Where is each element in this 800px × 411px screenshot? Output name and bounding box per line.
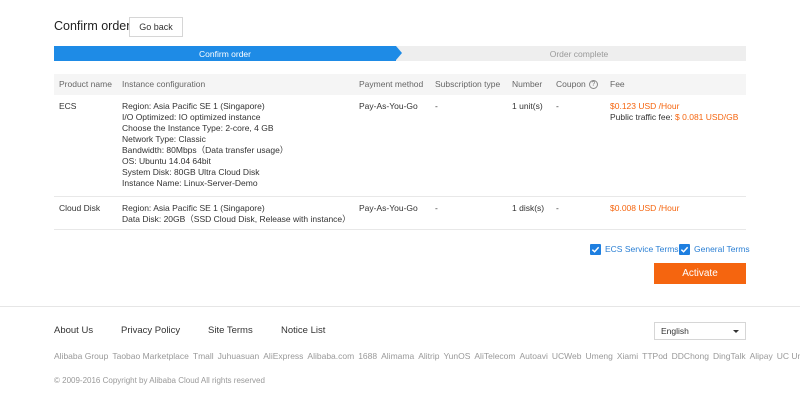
order-table: Product name Instance configuration Paym… [54, 74, 746, 230]
page-title: Confirm order [54, 19, 131, 33]
instance-configuration: Region: Asia Pacific SE 1 (Singapore) I/… [122, 101, 288, 189]
copyright-text: © 2009-2016 Copyright by Alibaba Cloud A… [54, 376, 265, 385]
partner-link[interactable]: AliTelecom [474, 351, 515, 361]
number: 1 unit(s) [512, 101, 543, 111]
step-arrow [396, 46, 402, 60]
header-number: Number [512, 79, 543, 89]
fee: $0.123 USD /Hour Public traffic fee: $ 0… [610, 101, 738, 123]
checkbox-checked-icon[interactable] [590, 243, 601, 255]
footer-link-about-us[interactable]: About Us [54, 325, 93, 336]
public-traffic-fee-label: Public traffic fee: [610, 112, 676, 122]
partner-link[interactable]: UC Union [777, 351, 800, 361]
table-row: Cloud Disk Region: Asia Pacific SE 1 (Si… [54, 197, 746, 230]
payment-method: Pay-As-You-Go [359, 101, 418, 111]
header-coupon-label: Coupon [556, 79, 586, 89]
partner-link[interactable]: Alibaba Group [54, 351, 108, 361]
partner-link[interactable]: Alimama [381, 351, 414, 361]
header-payment-method: Payment method [359, 79, 424, 89]
config-line: Region: Asia Pacific SE 1 (Singapore) [122, 203, 265, 213]
config-line: Instance Name: Linux-Server-Demo [122, 178, 258, 188]
public-traffic-fee: Public traffic fee: $ 0.081 USD/GB [610, 112, 738, 123]
partner-link[interactable]: Umeng [585, 351, 612, 361]
general-terms-link[interactable]: General Terms [694, 244, 750, 254]
header-instance-configuration: Instance configuration [122, 79, 206, 89]
table-header: Product name Instance configuration Paym… [54, 74, 746, 95]
partner-link[interactable]: TTPod [642, 351, 668, 361]
config-line: Bandwidth: 80Mbps（Data transfer usage） [122, 145, 289, 155]
partner-link[interactable]: Alibaba.com [307, 351, 354, 361]
step-order-complete: Order complete [549, 48, 609, 59]
number: 1 disk(s) [512, 203, 545, 213]
fee-hourly: $0.123 USD /Hour [610, 101, 680, 111]
product-name: Cloud Disk [59, 203, 101, 213]
partner-link[interactable]: YunOS [443, 351, 470, 361]
payment-method: Pay-As-You-Go [359, 203, 418, 213]
partner-link[interactable]: AliExpress [263, 351, 303, 361]
header-fee: Fee [610, 79, 625, 89]
product-name: ECS [59, 101, 77, 111]
header-subscription-type: Subscription type [435, 79, 501, 89]
chevron-down-icon [733, 330, 739, 333]
general-terms-checkbox[interactable]: General Terms [679, 243, 750, 255]
footer-link-site-terms[interactable]: Site Terms [208, 325, 253, 336]
partner-link[interactable]: Alipay [750, 351, 773, 361]
footer-divider [0, 306, 800, 307]
checkbox-checked-icon[interactable] [679, 243, 690, 255]
partner-link[interactable]: Juhuasuan [218, 351, 260, 361]
partner-link[interactable]: 1688 [358, 351, 377, 361]
footer-link-notice-list[interactable]: Notice List [281, 325, 325, 336]
config-line: Network Type: Classic [122, 134, 206, 144]
help-icon[interactable]: ? [588, 80, 598, 90]
subscription-type: - [435, 101, 438, 111]
config-line: Choose the Instance Type: 2-core, 4 GB [122, 123, 274, 133]
header-product-name: Product name [59, 79, 112, 89]
fee-hourly: $0.008 USD /Hour [610, 203, 680, 213]
partner-link[interactable]: DDChong [672, 351, 709, 361]
coupon: - [556, 101, 559, 111]
ecs-terms-checkbox[interactable]: ECS Service Terms [590, 243, 679, 255]
partner-link[interactable]: Taobao Marketplace [112, 351, 189, 361]
language-select[interactable]: English [654, 322, 746, 340]
step-confirm-order: Confirm order [54, 46, 396, 61]
activate-button[interactable]: Activate [654, 263, 746, 284]
ecs-service-terms-link[interactable]: ECS Service Terms [605, 244, 679, 254]
partner-link[interactable]: Alitrip [418, 351, 439, 361]
config-line: Data Disk: 20GB（SSD Cloud Disk, Release … [122, 214, 351, 224]
go-back-button[interactable]: Go back [129, 17, 183, 37]
coupon: - [556, 203, 559, 213]
page-header: Confirm order Go back [54, 15, 746, 39]
instance-configuration: Region: Asia Pacific SE 1 (Singapore) Da… [122, 203, 351, 225]
footer-link-privacy-policy[interactable]: Privacy Policy [121, 325, 180, 336]
partner-links: Alibaba Group Taobao Marketplace Tmall Juhu… [54, 351, 800, 363]
config-line: I/O Optimized: IO optimized instance [122, 112, 261, 122]
config-line: System Disk: 80GB Ultra Cloud Disk [122, 167, 260, 177]
partner-link[interactable]: Autoavi [520, 351, 548, 361]
language-value: English [661, 326, 689, 336]
public-traffic-fee-value: $ 0.081 USD/GB [675, 112, 739, 122]
partner-link[interactable]: DingTalk [713, 351, 746, 361]
partner-link[interactable]: UCWeb [552, 351, 582, 361]
config-line: Region: Asia Pacific SE 1 (Singapore) [122, 101, 265, 111]
partner-link[interactable]: Xiami [617, 351, 638, 361]
config-line: OS: Ubuntu 14.04 64bit [122, 156, 211, 166]
order-progress-steps: Confirm order Order complete [54, 46, 746, 61]
table-row: ECS Region: Asia Pacific SE 1 (Singapore… [54, 95, 746, 197]
header-coupon: Coupon? [556, 74, 598, 95]
subscription-type: - [435, 203, 438, 213]
partner-link[interactable]: Tmall [193, 351, 214, 361]
